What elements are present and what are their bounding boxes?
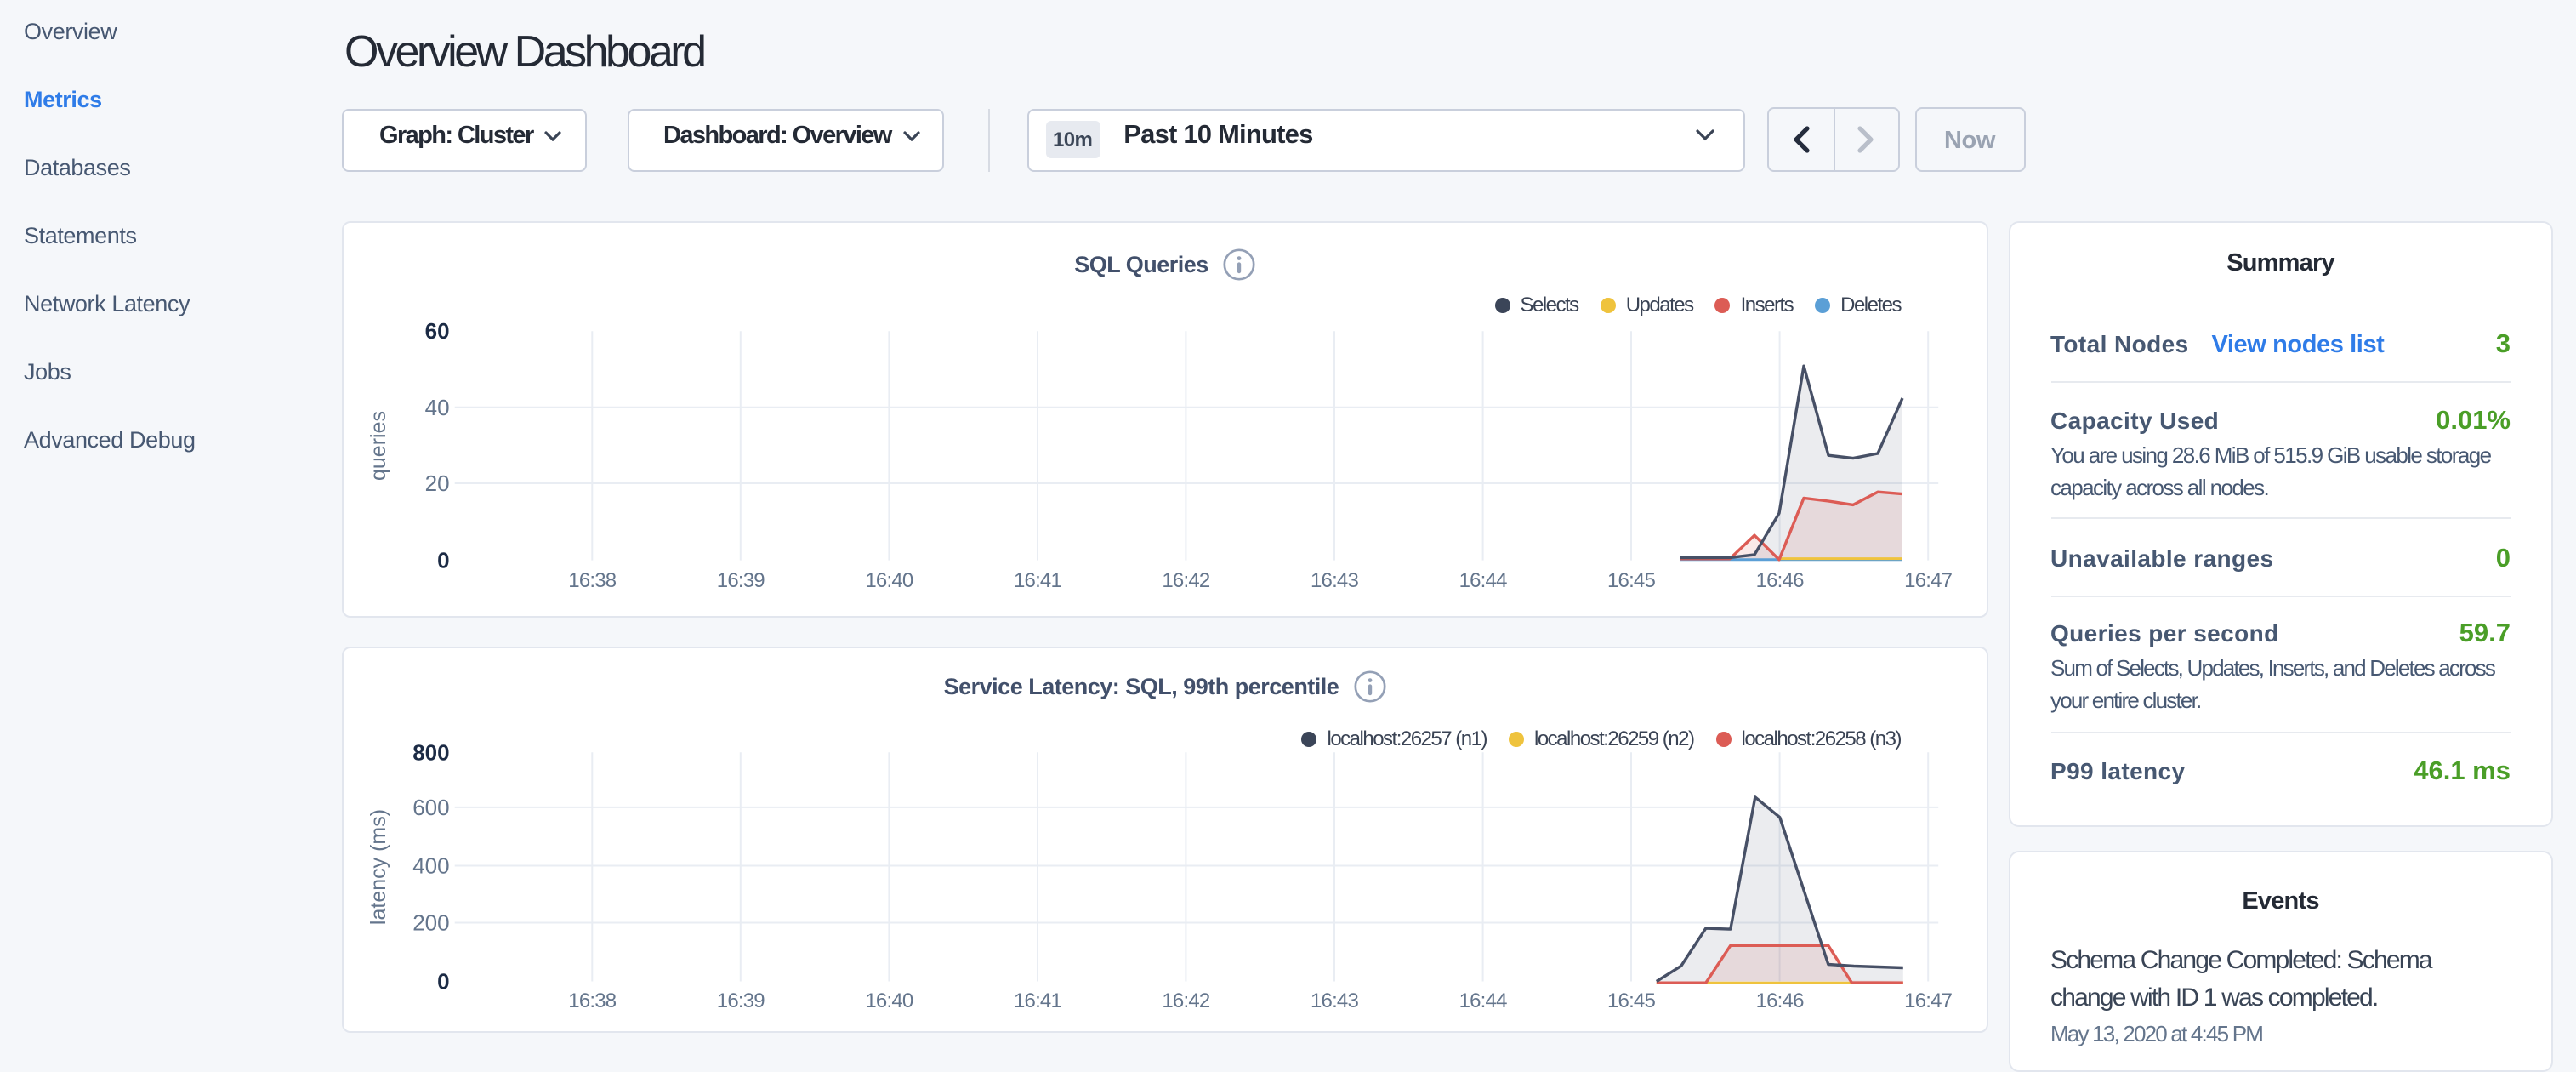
svg-text:16:43: 16:43: [1311, 989, 1359, 1012]
svg-text:800: 800: [412, 739, 449, 765]
svg-text:16:42: 16:42: [1162, 989, 1210, 1012]
svg-text:16:39: 16:39: [717, 989, 765, 1012]
svg-text:16:38: 16:38: [568, 569, 617, 592]
svg-text:16:45: 16:45: [1607, 989, 1656, 1012]
svg-text:latency (ms): latency (ms): [367, 808, 390, 924]
svg-text:16:39: 16:39: [717, 569, 765, 592]
svg-text:16:44: 16:44: [1459, 569, 1508, 592]
svg-text:16:41: 16:41: [1014, 569, 1062, 592]
svg-text:16:44: 16:44: [1459, 989, 1508, 1012]
svg-text:16:41: 16:41: [1014, 989, 1062, 1012]
svg-text:60: 60: [425, 318, 450, 344]
svg-text:16:40: 16:40: [865, 569, 913, 592]
svg-text:16:38: 16:38: [568, 989, 617, 1012]
svg-text:16:43: 16:43: [1311, 569, 1359, 592]
svg-text:16:47: 16:47: [1904, 989, 1953, 1012]
svg-text:600: 600: [412, 794, 449, 819]
svg-text:queries: queries: [367, 411, 390, 481]
svg-text:16:45: 16:45: [1607, 569, 1656, 592]
svg-text:16:47: 16:47: [1904, 569, 1953, 592]
svg-text:0: 0: [437, 968, 449, 994]
svg-text:16:46: 16:46: [1756, 989, 1805, 1012]
svg-text:20: 20: [425, 470, 450, 496]
svg-text:40: 40: [425, 395, 450, 420]
svg-text:16:46: 16:46: [1756, 569, 1805, 592]
svg-text:16:42: 16:42: [1162, 569, 1210, 592]
svg-text:200: 200: [412, 909, 449, 935]
svg-text:0: 0: [437, 548, 449, 573]
svg-text:400: 400: [412, 852, 449, 878]
svg-text:16:40: 16:40: [865, 989, 913, 1012]
